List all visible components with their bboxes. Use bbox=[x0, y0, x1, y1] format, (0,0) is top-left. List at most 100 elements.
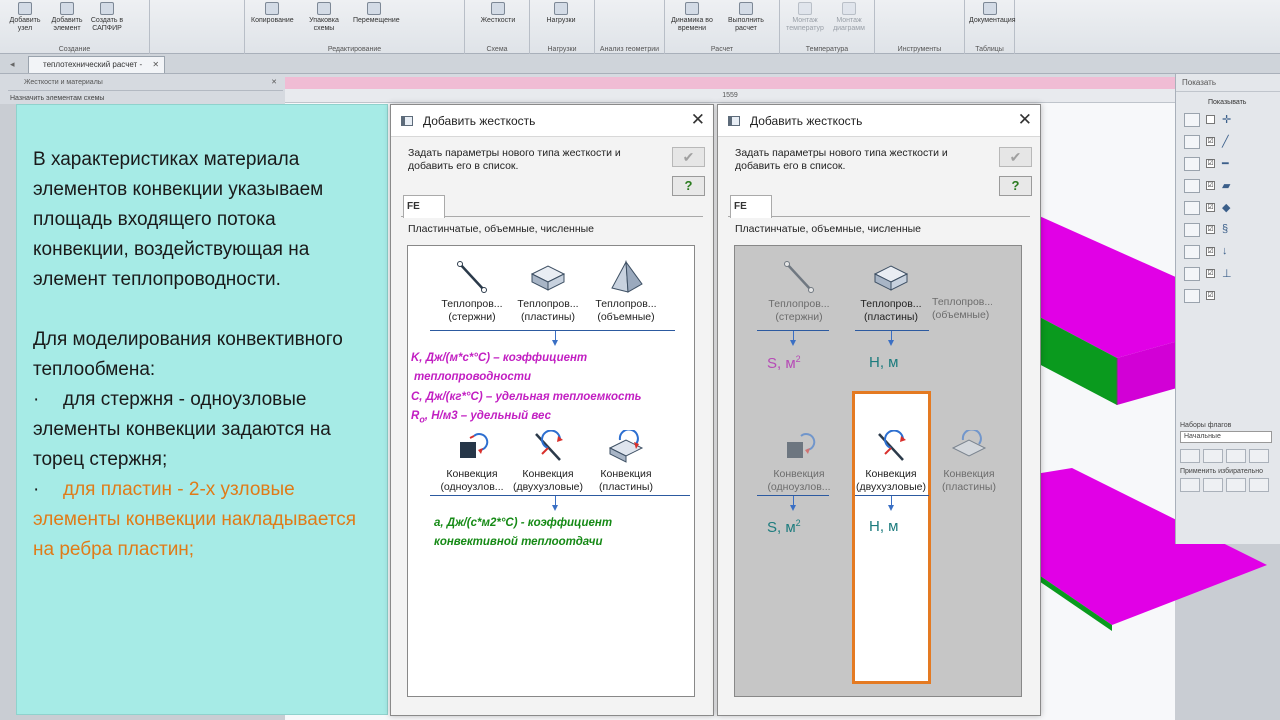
help-button[interactable]: ? bbox=[999, 176, 1032, 196]
app-icon bbox=[728, 116, 740, 126]
ribbon-group-label: Схема bbox=[486, 46, 508, 53]
ok-button[interactable]: ✔ bbox=[999, 147, 1032, 167]
add-element-button[interactable]: Добавить элемент bbox=[46, 2, 88, 33]
loads-button[interactable]: Нагрузки bbox=[540, 2, 582, 25]
document-tab-label: теплотехнический расчет - bbox=[43, 60, 143, 69]
show-checkbox[interactable]: ☑ bbox=[1206, 225, 1215, 234]
tab-fe[interactable]: FE bbox=[403, 195, 445, 218]
section-label: Пластинчатые, объемные, численные bbox=[408, 223, 595, 235]
flag-button[interactable] bbox=[1203, 449, 1223, 463]
show-checkbox[interactable]: ☑ bbox=[1206, 159, 1215, 168]
show-checkbox[interactable]: ☑ bbox=[1206, 291, 1215, 300]
apply-button[interactable] bbox=[1203, 478, 1223, 492]
item-label: Теплопров... (пластины) bbox=[860, 298, 922, 323]
show-row-plates[interactable]: ☑ ◆ bbox=[1184, 198, 1274, 218]
convection-two-node-icon bbox=[535, 430, 563, 461]
ribbon-group-create: Добавить узел Добавить элемент Создать в… bbox=[0, 0, 150, 54]
document-tab-bar: ◂ теплотехнический расчет - ✕ bbox=[0, 54, 1280, 74]
flag-set-select[interactable]: Начальные bbox=[1180, 431, 1272, 443]
item-convection-two-node[interactable]: Конвекция (двухузловые) bbox=[852, 430, 930, 494]
ribbon-group-spacer bbox=[150, 0, 245, 54]
ribbon-group-label: Температура bbox=[805, 46, 849, 53]
run-calc-button[interactable]: Выполнить расчет bbox=[725, 2, 767, 33]
element-icon bbox=[1184, 135, 1200, 149]
stiffness-type-list[interactable]: Теплопров... (стержни) Теплопров... (пла… bbox=[407, 245, 695, 697]
move-button[interactable]: Перемещение bbox=[353, 2, 400, 25]
item-convection-two-node[interactable]: Конвекция (двухузловые) bbox=[509, 430, 587, 494]
flag-buttons bbox=[1180, 449, 1276, 463]
item-heat-plates[interactable]: Теплопров... (пластины) bbox=[852, 260, 930, 324]
document-tab[interactable]: теплотехнический расчет - ✕ bbox=[28, 56, 166, 73]
flag-button[interactable] bbox=[1226, 449, 1246, 463]
rod-icon bbox=[457, 261, 487, 293]
add-node-button[interactable]: Добавить узел bbox=[4, 2, 46, 33]
group-divider bbox=[430, 495, 690, 496]
close-icon[interactable]: ✕ bbox=[691, 111, 705, 129]
item-convection-plates[interactable]: Конвекция (пластины) bbox=[587, 430, 665, 494]
ok-button[interactable]: ✔ bbox=[672, 147, 705, 167]
item-label: Конвекция (двухузловые) bbox=[856, 468, 926, 493]
show-row-arrows[interactable]: ☑ ↓ bbox=[1184, 242, 1274, 262]
show-checkbox[interactable]: ☑ bbox=[1206, 247, 1215, 256]
dialog-title: Добавить жесткость bbox=[750, 114, 863, 128]
show-row-springs[interactable]: ☑ § bbox=[1184, 220, 1274, 240]
conductivity-note-2: теплопроводности bbox=[414, 371, 532, 383]
ribbon-group-scheme: Жесткости Схема bbox=[465, 0, 530, 54]
close-icon[interactable]: ✕ bbox=[271, 78, 277, 86]
ribbon-group-label: Анализ геометрии bbox=[599, 46, 660, 53]
area-unit-text: S, м bbox=[767, 355, 796, 372]
create-in-sapfir-button[interactable]: Создать в САПФИР bbox=[86, 2, 128, 33]
close-icon[interactable]: ✕ bbox=[152, 60, 159, 69]
show-row-rods[interactable]: ✛ bbox=[1184, 110, 1274, 130]
show-checkbox[interactable]: ☑ bbox=[1206, 269, 1215, 278]
dialog-tabstrip: FE bbox=[401, 195, 703, 218]
dynamics-button[interactable]: Динамика во времени bbox=[671, 2, 713, 33]
ribbon-toolbar: Добавить узел Добавить элемент Создать в… bbox=[0, 0, 1280, 54]
item-heat-plates[interactable]: Теплопров... (пластины) bbox=[509, 260, 587, 324]
item-heat-rods[interactable]: Теплопров... (стержни) bbox=[433, 260, 511, 324]
mount-temp-button[interactable]: Монтаж температур bbox=[784, 2, 826, 33]
area-unit-exponent: 2 bbox=[795, 518, 801, 528]
load-icon bbox=[1184, 179, 1200, 193]
stiffness-button[interactable]: Жесткости bbox=[477, 2, 519, 25]
section-label: Пластинчатые, объемные, численные bbox=[735, 223, 922, 235]
documentation-button[interactable]: Документация bbox=[969, 2, 1016, 25]
diagram-icon bbox=[842, 2, 856, 15]
add-stiffness-dialog-2: Добавить жесткость ✕ Задать параметры но… bbox=[717, 104, 1041, 716]
show-checkbox[interactable] bbox=[1206, 115, 1215, 124]
mount-diagram-button[interactable]: Монтаж диаграмм bbox=[828, 2, 870, 33]
cube-icon: ◆ bbox=[1222, 202, 1231, 214]
ribbon-group-label: Инструменты bbox=[897, 46, 942, 53]
apply-button[interactable] bbox=[1249, 478, 1269, 492]
show-checkbox[interactable]: ☑ bbox=[1206, 181, 1215, 190]
item-heat-volumes[interactable]: Теплопров... (объемные) bbox=[587, 260, 665, 324]
tab-fe[interactable]: FE bbox=[730, 195, 772, 218]
apply-button[interactable] bbox=[1226, 478, 1246, 492]
show-row-extra[interactable]: ☑ bbox=[1184, 286, 1274, 306]
show-row-nodes[interactable]: ☑ ━ bbox=[1184, 154, 1274, 174]
item-convection-single[interactable]: Конвекция (одноузлов... bbox=[433, 430, 511, 494]
show-row-elements[interactable]: ☑ ╱ bbox=[1184, 132, 1274, 152]
help-button[interactable]: ? bbox=[672, 176, 705, 196]
support-icon bbox=[1184, 267, 1200, 281]
copy-button[interactable]: Копирование bbox=[251, 2, 294, 25]
close-icon[interactable]: ✕ bbox=[1018, 111, 1032, 129]
show-checkbox[interactable]: ☑ bbox=[1206, 137, 1215, 146]
dialog-titlebar: Добавить жесткость ✕ bbox=[391, 105, 713, 137]
apply-button[interactable] bbox=[1180, 478, 1200, 492]
ribbon-group-edit: Копирование Упаковка схемы Перемещение Р… bbox=[245, 0, 465, 54]
arrow-down-icon bbox=[888, 340, 894, 346]
flag-button[interactable] bbox=[1249, 449, 1269, 463]
convection-coef-note-2: конвективной теплоотдачи bbox=[434, 536, 603, 548]
ribbon-group-temperature: Монтаж температур Монтаж диаграмм Темпер… bbox=[780, 0, 875, 54]
flag-button[interactable] bbox=[1180, 449, 1200, 463]
show-label: Показывать bbox=[1208, 99, 1247, 106]
rod-icon bbox=[784, 261, 814, 293]
show-checkbox[interactable]: ☑ bbox=[1206, 203, 1215, 212]
arrow-down-icon bbox=[790, 505, 796, 511]
show-row-supports[interactable]: ☑ ⊥ bbox=[1184, 264, 1274, 284]
pack-scheme-button[interactable]: Упаковка схемы bbox=[303, 2, 345, 33]
show-row-loads[interactable]: ☑ ▰ bbox=[1184, 176, 1274, 196]
pin-icon[interactable]: ◂ bbox=[10, 59, 15, 70]
element-icon bbox=[60, 2, 74, 15]
